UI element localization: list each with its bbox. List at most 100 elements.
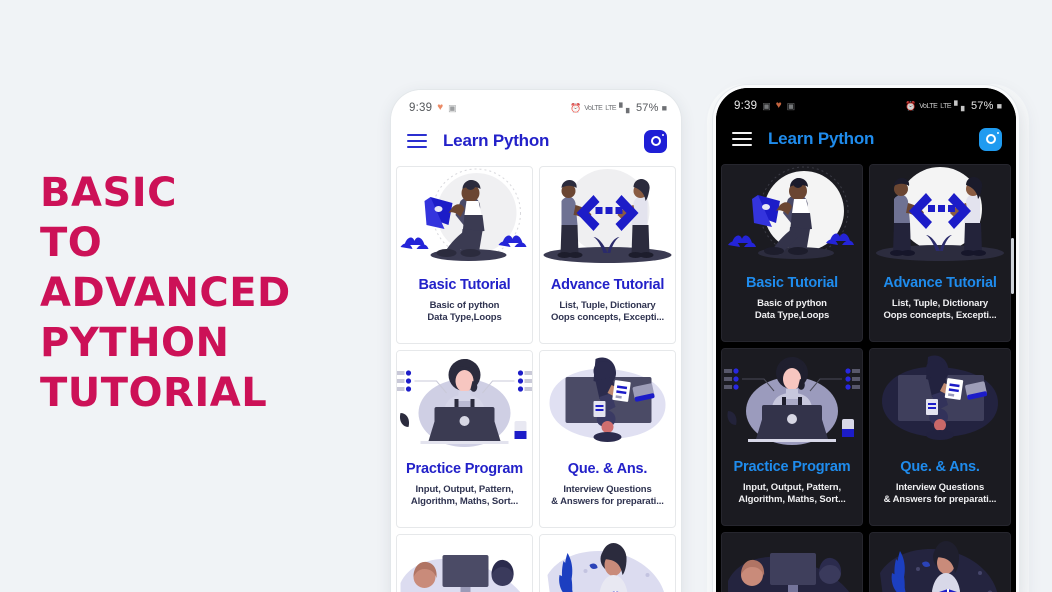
tutorial-card-grid-light: Basic Tutorial Basic of python Data Type… xyxy=(391,162,681,592)
card-title-text: Que. & Ans. xyxy=(567,461,648,477)
volte-icon: VoLTE xyxy=(919,102,938,110)
art-woman-reading-plant xyxy=(540,535,675,592)
battery-icon: ■ xyxy=(996,100,1002,111)
card-title-text: Que. & Ans. xyxy=(900,459,980,475)
card-subtitle: Interview Questions & Answers for prepar… xyxy=(876,482,1004,506)
status-time: 9:39 xyxy=(409,102,433,114)
card-subtitle-line-2: Data Type,Loops xyxy=(427,312,502,323)
card-subtitle: Input, Output, Pattern, Algorithm, Maths… xyxy=(728,482,856,506)
card-subtitle-line-2: & Answers for preparati... xyxy=(883,494,997,505)
card-subtitle-line-1: Interview Questions xyxy=(895,482,985,493)
card-subtitle-line-2: Algorithm, Maths, Sort... xyxy=(738,494,846,505)
screenshot-icon: ▣ xyxy=(448,102,457,113)
app-bar-dark: Learn Python xyxy=(716,118,1016,160)
art-two-people-computer xyxy=(397,535,532,592)
card-practice-program[interactable]: Practice Program Input, Output, Pattern,… xyxy=(396,350,533,528)
status-bar-right: ⏰ VoLTE LTE ▘▖ 57% ■ xyxy=(570,102,667,114)
tutorial-card-grid-dark: Basic Tutorial Basic of python Data Type… xyxy=(716,160,1016,592)
card-title: Basic Tutorial xyxy=(745,275,838,291)
battery-icon: ■ xyxy=(661,102,667,113)
art-woman-at-laptop xyxy=(722,349,862,453)
card-row3-right[interactable] xyxy=(539,534,676,592)
card-subtitle-line-2: & Answers for preparati... xyxy=(551,496,664,507)
heart-icon: ♥ xyxy=(775,100,782,111)
card-basic-tutorial[interactable]: Basic Tutorial Basic of python Data Type… xyxy=(721,164,863,342)
card-subtitle-line-2: Oops concepts, Excepti... xyxy=(883,310,997,321)
volte-icon: VoLTE xyxy=(584,104,603,112)
card-subtitle-line-1: Basic of python xyxy=(757,298,827,309)
card-meta: Advance Tutorial List, Tuple, Dictionary… xyxy=(540,271,675,343)
status-bar-light: 9:39 ♥ ▣ ⏰ VoLTE LTE ▘▖ 57% ■ xyxy=(391,90,681,120)
card-title: Practice Program xyxy=(403,461,526,478)
instagram-camera-icon[interactable] xyxy=(979,127,1002,151)
art-woman-at-laptop xyxy=(397,351,532,455)
card-row3-left[interactable] xyxy=(721,532,863,592)
art-code-brackets-pair xyxy=(540,167,675,271)
card-subtitle-line-2: Algorithm, Maths, Sort... xyxy=(410,496,519,507)
app-bar-light: Learn Python xyxy=(391,120,681,162)
card-questions-answers[interactable]: Que. & Ans. Interview Questions & Answer… xyxy=(869,348,1011,526)
lte-icon: LTE xyxy=(605,104,617,112)
scrollbar-thumb[interactable] xyxy=(1011,238,1014,294)
card-title: Que. & Ans. xyxy=(876,459,1004,476)
screenshot-icon: ▣ xyxy=(786,100,796,111)
card-subtitle-line-2: Data Type,Loops xyxy=(754,310,830,321)
card-subtitle: Basic of python Data Type,Loops xyxy=(403,300,526,324)
card-title-text: Practice Program xyxy=(406,461,523,477)
card-row3-right[interactable] xyxy=(869,532,1011,592)
card-title-text: Practice Program xyxy=(733,459,851,475)
card-meta: Basic Tutorial Basic of python Data Type… xyxy=(397,271,532,343)
headline-line-4: PYTHON xyxy=(40,320,230,366)
card-meta: Que. & Ans. Interview Questions & Answer… xyxy=(540,455,675,527)
card-advance-tutorial[interactable]: Advance Tutorial List, Tuple, Dictionary… xyxy=(539,166,676,344)
card-subtitle: Interview Questions & Answers for prepar… xyxy=(546,484,669,508)
card-meta: Practice Program Input, Output, Pattern,… xyxy=(397,455,532,527)
alarm-icon: ⏰ xyxy=(905,100,917,111)
battery-percent: 57% xyxy=(635,102,659,114)
headline-line-5: TUTORIAL xyxy=(40,370,268,416)
card-subtitle-line-1: Interview Questions xyxy=(563,484,652,495)
card-title: Advance Tutorial xyxy=(876,275,1004,292)
headline-line-3: ADVANCED xyxy=(40,270,291,316)
card-title-text: Advance Tutorial xyxy=(883,275,997,291)
card-subtitle: Input, Output, Pattern, Algorithm, Maths… xyxy=(403,484,526,508)
card-questions-answers[interactable]: Que. & Ans. Interview Questions & Answer… xyxy=(539,350,676,528)
promo-screenshot: BASIC TO ADVANCED PYTHON TUTORIAL 9:39 ♥… xyxy=(0,0,1052,592)
art-woman-reading-book xyxy=(397,167,532,271)
status-bar-right: ⏰ VoLTE LTE ▘▖ 57% ■ xyxy=(905,100,1002,112)
app-title: Learn Python xyxy=(768,129,875,148)
card-subtitle: List, Tuple, Dictionary Oops concepts, E… xyxy=(546,300,669,324)
lte-icon: LTE xyxy=(940,102,952,110)
card-title-text: Advance Tutorial xyxy=(550,277,665,293)
app-screen-light: 9:39 ♥ ▣ ⏰ VoLTE LTE ▘▖ 57% ■ Learn Pyth… xyxy=(391,90,681,592)
card-practice-program[interactable]: Practice Program Input, Output, Pattern,… xyxy=(721,348,863,526)
app-title: Learn Python xyxy=(443,131,550,150)
card-subtitle-line-1: Basic of python xyxy=(429,300,500,311)
card-subtitle-line-1: List, Tuple, Dictionary xyxy=(559,300,656,311)
card-subtitle-line-1: List, Tuple, Dictionary xyxy=(891,298,989,309)
card-meta: Advance Tutorial List, Tuple, Dictionary… xyxy=(870,269,1010,341)
phone-dark-theme: 9:39 ▣ ♥ ▣ ⏰ VoLTE LTE ▘▖ 57% ■ Learn Py… xyxy=(716,88,1016,592)
card-title: Que. & Ans. xyxy=(546,461,669,478)
card-title: Basic Tutorial xyxy=(418,277,511,293)
headline-line-2: TO xyxy=(40,220,103,266)
card-basic-tutorial[interactable]: Basic Tutorial Basic of python Data Type… xyxy=(396,166,533,344)
status-bar-dark: 9:39 ▣ ♥ ▣ ⏰ VoLTE LTE ▘▖ 57% ■ xyxy=(716,88,1016,118)
art-woman-reading-plant xyxy=(870,533,1010,592)
headline-line-1: BASIC xyxy=(40,170,177,216)
heart-icon: ♥ xyxy=(437,102,444,113)
card-row3-left[interactable] xyxy=(396,534,533,592)
card-subtitle: Basic of python Data Type,Loops xyxy=(728,298,856,322)
art-person-desk-documents xyxy=(540,351,675,455)
card-meta: Basic Tutorial Basic of python Data Type… xyxy=(722,269,862,341)
card-title: Practice Program xyxy=(728,459,856,476)
card-subtitle-line-1: Input, Output, Pattern, xyxy=(743,482,841,493)
hamburger-icon[interactable] xyxy=(732,132,752,146)
card-subtitle-line-1: Input, Output, Pattern, xyxy=(415,484,514,495)
hamburger-icon[interactable] xyxy=(407,134,427,148)
alarm-icon: ⏰ xyxy=(570,102,582,113)
card-title: Advance Tutorial xyxy=(546,277,669,294)
promo-headline: BASIC TO ADVANCED PYTHON TUTORIAL xyxy=(40,168,370,418)
instagram-camera-icon[interactable] xyxy=(644,129,667,153)
card-advance-tutorial[interactable]: Advance Tutorial List, Tuple, Dictionary… xyxy=(869,164,1011,342)
